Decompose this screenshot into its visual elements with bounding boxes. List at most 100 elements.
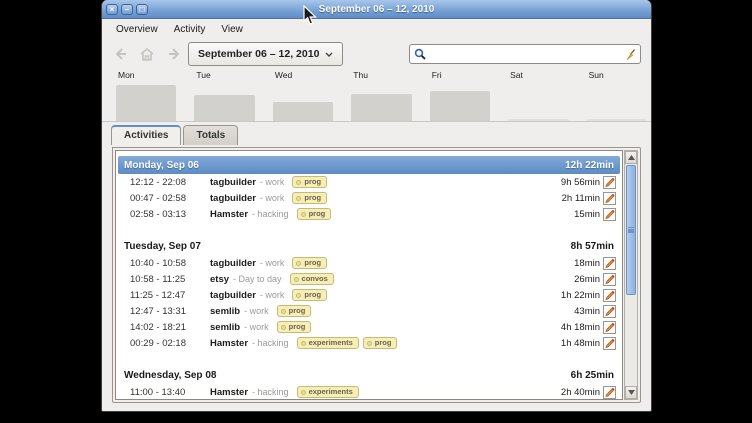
chart-column-sat: Sat: [508, 69, 570, 121]
vertical-scrollbar[interactable]: [624, 150, 638, 400]
time-range: 10:58 - 11:25: [130, 274, 210, 285]
day-total: 6h 25min: [571, 370, 614, 381]
chart-column-sun: Sun: [587, 69, 649, 121]
edit-entry-button[interactable]: [603, 208, 616, 221]
menu-item-overview[interactable]: Overview: [108, 22, 166, 37]
arrow-left-icon: [116, 48, 131, 60]
duration: 15min: [574, 209, 600, 220]
edit-entry-button[interactable]: [603, 321, 616, 334]
menu-item-view[interactable]: View: [213, 22, 251, 37]
tab-bar: ActivitiesTotals: [102, 122, 651, 145]
day-header[interactable]: Tuesday, Sep 078h 57min: [118, 237, 620, 255]
activity-row[interactable]: 10:58 - 11:25 etsy - Day to day convos 2…: [118, 271, 620, 287]
activity-row[interactable]: 10:40 - 10:58 tagbuilder - work prog 18m…: [118, 255, 620, 271]
activity-row[interactable]: 02:58 - 03:13 Hamster - hacking prog 15m…: [118, 206, 620, 222]
triangle-up-icon: [628, 155, 635, 160]
scrollbar-thumb[interactable]: [626, 165, 636, 295]
menu-item-activity[interactable]: Activity: [166, 22, 214, 37]
tag-badge: convos: [290, 273, 334, 285]
time-range: 11:00 - 13:40: [130, 387, 210, 398]
edit-entry-button[interactable]: [603, 305, 616, 318]
tag-list: prog: [277, 305, 312, 317]
edit-entry-button[interactable]: [603, 257, 616, 270]
duration: 43min: [574, 306, 600, 317]
activity-row[interactable]: 14:02 - 18:21 semlib - work prog 4h 18mi…: [118, 319, 620, 335]
day-header[interactable]: Monday, Sep 0612h 22min: [118, 156, 620, 174]
tag-list: prog: [292, 176, 327, 188]
activity-name: Hamster: [210, 209, 248, 220]
edit-entry-button[interactable]: [603, 337, 616, 350]
weekday-bar-chart: MonTueWedThuFriSatSun: [102, 69, 651, 122]
activity-row[interactable]: 00:47 - 02:58 tagbuilder - work prog 2h …: [118, 190, 620, 206]
tag-list: experimentsprog: [297, 337, 398, 349]
pencil-icon: [603, 289, 616, 302]
activity-category: - hacking: [252, 209, 289, 219]
day-title: Wednesday, Sep 08: [124, 370, 216, 381]
chart-column-mon: Mon: [116, 69, 178, 121]
activity-row[interactable]: 11:00 - 13:40 Hamster - hacking experime…: [118, 384, 620, 400]
edit-entry-button[interactable]: [603, 192, 616, 205]
day-total: 12h 22min: [565, 160, 614, 171]
edit-entry-button[interactable]: [603, 289, 616, 302]
activity-category: - work: [260, 290, 285, 300]
time-range: 12:47 - 13:31: [130, 306, 210, 317]
activity-name: etsy: [210, 274, 229, 285]
activity-category: - work: [244, 306, 269, 316]
chart-bar: [116, 85, 176, 121]
tag-badge: prog: [277, 305, 312, 317]
duration: 9h 56min: [561, 177, 600, 188]
duration: 1h 48min: [561, 338, 600, 349]
forward-button[interactable]: [160, 44, 182, 64]
scroll-up-button[interactable]: [625, 151, 637, 164]
day-header[interactable]: Wednesday, Sep 08 6h 25min: [118, 366, 620, 384]
tag-badge: prog: [292, 192, 327, 204]
activity-category: - work: [260, 193, 285, 203]
mouse-cursor: [303, 5, 318, 26]
activity-row[interactable]: 00:29 - 02:18 Hamster - hacking experime…: [118, 335, 620, 351]
time-range: 12:12 - 22:08: [130, 177, 210, 188]
search-input[interactable]: [426, 48, 623, 61]
scroll-down-button[interactable]: [625, 386, 637, 399]
pencil-icon: [603, 305, 616, 318]
tag-badge: prog: [292, 176, 327, 188]
tag-badge: prog: [363, 337, 398, 349]
tab-activities[interactable]: Activities: [111, 125, 181, 145]
chart-bar: [194, 95, 254, 121]
activity-name: tagbuilder: [210, 193, 256, 204]
chart-column-fri: Fri: [430, 69, 492, 121]
triangle-down-icon: [628, 390, 635, 395]
time-range: 02:58 - 03:13: [130, 209, 210, 220]
date-range-button[interactable]: September 06 – 12, 2010: [188, 42, 343, 66]
activity-category: - hacking: [252, 338, 289, 348]
house-icon: [140, 48, 154, 61]
activity-category: - work: [260, 177, 285, 187]
tag-badge: experiments: [297, 386, 359, 398]
tab-totals[interactable]: Totals: [183, 125, 238, 145]
chart-column-thu: Thu: [351, 69, 413, 121]
day-title: Tuesday, Sep 07: [124, 241, 201, 252]
edit-entry-button[interactable]: [603, 386, 616, 399]
back-button[interactable]: [112, 44, 134, 64]
chart-column-wed: Wed: [273, 69, 335, 121]
activity-row[interactable]: 12:12 - 22:08 tagbuilder - work prog 9h …: [118, 174, 620, 190]
tag-list: prog: [292, 257, 327, 269]
activity-row[interactable]: 11:25 - 12:47 tagbuilder - work prog 1h …: [118, 287, 620, 303]
activity-list-viewport: Monday, Sep 0612h 22min 12:12 - 22:08 ta…: [115, 150, 623, 400]
chart-bar: [508, 119, 568, 121]
clear-broom-icon[interactable]: [623, 48, 636, 61]
edit-entry-button[interactable]: [603, 176, 616, 189]
titlebar[interactable]: × – □ September 06 – 12, 2010: [102, 0, 651, 19]
chart-day-label: Mon: [116, 69, 178, 82]
activity-name: Hamster: [210, 387, 248, 398]
duration: 18min: [574, 258, 600, 269]
chart-bar: [351, 94, 411, 121]
thumb-grip: [628, 227, 634, 229]
pencil-icon: [603, 321, 616, 334]
edit-entry-button[interactable]: [603, 273, 616, 286]
home-button[interactable]: [136, 44, 158, 64]
activity-name: semlib: [210, 306, 240, 317]
pencil-icon: [603, 273, 616, 286]
activity-row[interactable]: 12:47 - 13:31 semlib - work prog 43min: [118, 303, 620, 319]
activity-name: Hamster: [210, 338, 248, 349]
duration: 26min: [574, 274, 600, 285]
